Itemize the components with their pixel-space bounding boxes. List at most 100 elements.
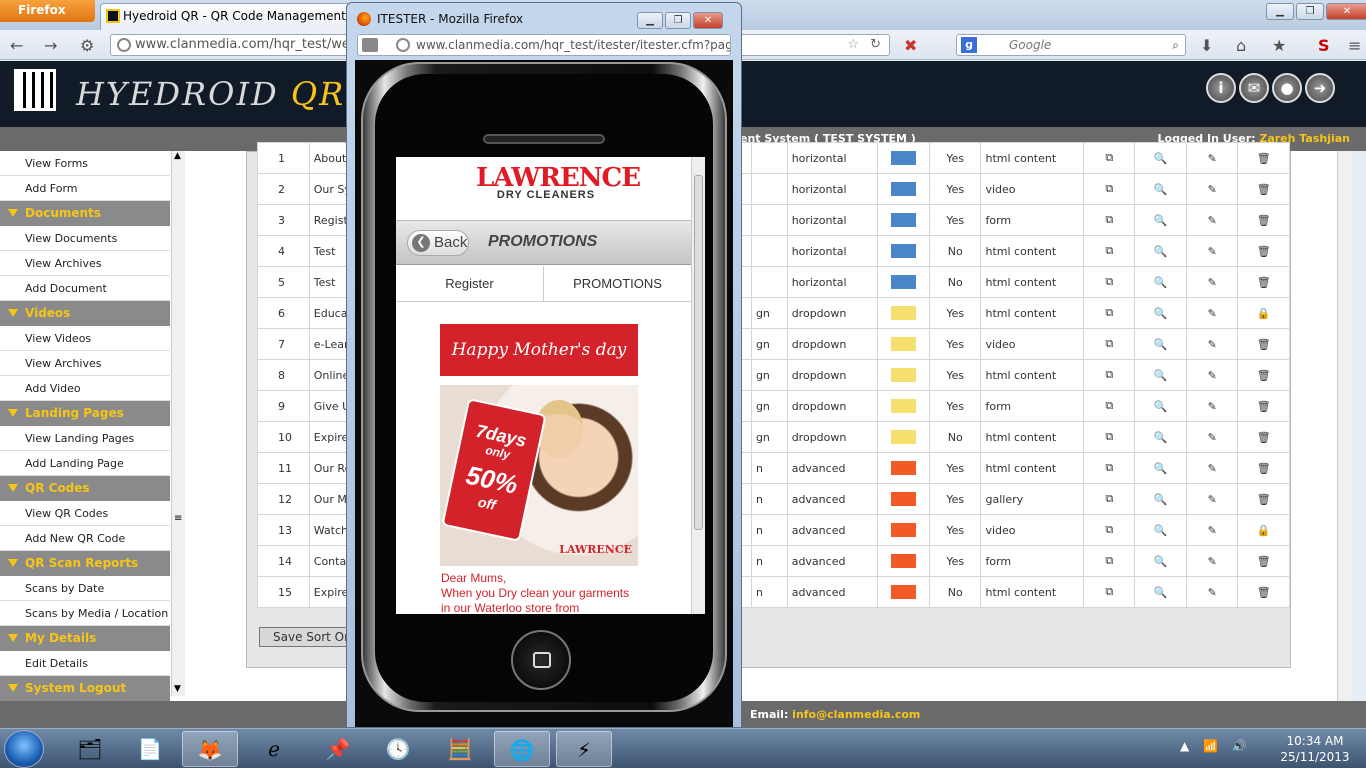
clock[interactable]: 10:34 AM 25/11/2013 — [1280, 733, 1350, 765]
preview-magnifier-icon[interactable]: 🔍 — [1134, 235, 1187, 267]
sidebar-item[interactable]: View Videos — [0, 326, 170, 351]
sidebar-item[interactable]: Edit Details — [0, 651, 170, 676]
network-icon[interactable]: 📶 — [1203, 739, 1218, 753]
screen-scroll-thumb[interactable] — [694, 175, 703, 530]
content-scrollbar[interactable] — [1337, 151, 1351, 701]
firefox-menu-button[interactable]: Firefox — [0, 0, 95, 22]
scroll-down-icon[interactable]: ▼ — [174, 684, 181, 694]
delete-trash-icon[interactable]: 🗑 — [1237, 173, 1290, 205]
open-external-icon[interactable]: ⧉ — [1083, 204, 1136, 236]
preview-magnifier-icon[interactable]: 🔍 — [1134, 421, 1187, 453]
edit-icon[interactable]: ✎ — [1185, 390, 1239, 422]
sidebar-item[interactable]: Add Form — [0, 176, 170, 201]
popup-minimize-button[interactable]: ▁ — [637, 12, 663, 29]
edit-icon[interactable]: ✎ — [1185, 266, 1239, 298]
sidebar-section[interactable]: Landing Pages — [0, 401, 170, 426]
sidebar-item[interactable]: Scans by Media / Location — [0, 601, 170, 626]
reload-icon[interactable]: ↻ — [870, 35, 881, 55]
sidebar-item[interactable]: View Forms — [0, 151, 170, 176]
delete-trash-icon[interactable]: 🗑 — [1237, 483, 1290, 515]
open-external-icon[interactable]: ⧉ — [1083, 235, 1136, 267]
tab-promotions[interactable]: PROMOTIONS — [544, 266, 691, 301]
mail-icon[interactable]: ✉ — [1239, 73, 1269, 103]
logout-arrow-icon[interactable]: ➜ — [1305, 73, 1335, 103]
preview-magnifier-icon[interactable]: 🔍 — [1134, 390, 1187, 422]
tab-hyedroid-qr[interactable]: Hyedroid QR - QR Code Management S... — [100, 3, 350, 30]
home-icon[interactable]: ⌂ — [1236, 36, 1246, 55]
internet-explorer-icon[interactable]: ℯ — [246, 731, 302, 767]
scroll-up-icon[interactable]: ▲ — [174, 151, 181, 161]
menu-icon[interactable]: ≡ — [1348, 36, 1361, 55]
calculator-icon[interactable]: 🧮 — [432, 731, 488, 767]
open-external-icon[interactable]: ⧉ — [1083, 452, 1136, 484]
lock-icon[interactable]: 🔒 — [1237, 514, 1290, 546]
maximize-button[interactable]: ❐ — [1296, 3, 1324, 20]
edit-icon[interactable]: ✎ — [1185, 142, 1239, 174]
downloads-icon[interactable]: ⬇ — [1200, 36, 1213, 55]
edit-icon[interactable]: ✎ — [1185, 328, 1239, 360]
preview-magnifier-icon[interactable]: 🔍 — [1134, 483, 1187, 515]
open-external-icon[interactable]: ⧉ — [1083, 514, 1136, 546]
forward-arrow-icon[interactable]: → — [44, 36, 57, 55]
sidebar-item[interactable]: Scans by Date — [0, 576, 170, 601]
preview-magnifier-icon[interactable]: 🔍 — [1134, 545, 1187, 577]
tab-register[interactable]: Register — [396, 266, 544, 301]
edit-icon[interactable]: ✎ — [1185, 173, 1239, 205]
preview-magnifier-icon[interactable]: 🔍 — [1134, 514, 1187, 546]
open-external-icon[interactable]: ⧉ — [1083, 297, 1136, 329]
extension-s-icon[interactable]: S — [1318, 36, 1330, 55]
edit-icon[interactable]: ✎ — [1185, 297, 1239, 329]
preview-magnifier-icon[interactable]: 🔍 — [1134, 297, 1187, 329]
delete-trash-icon[interactable]: 🗑 — [1237, 421, 1290, 453]
sidebar-scrollbar[interactable]: ▲ ≡ ▼ — [171, 151, 185, 696]
open-external-icon[interactable]: ⧉ — [1083, 576, 1136, 608]
open-external-icon[interactable]: ⧉ — [1083, 483, 1136, 515]
popup-close-button[interactable]: ✕ — [693, 12, 723, 29]
edit-icon[interactable]: ✎ — [1185, 545, 1239, 577]
preview-magnifier-icon[interactable]: 🔍 — [1134, 359, 1187, 391]
info-icon[interactable]: i — [1206, 73, 1236, 103]
edit-icon[interactable]: ✎ — [1185, 421, 1239, 453]
clock-app-icon[interactable]: 🕓 — [370, 731, 426, 767]
sidebar-section[interactable]: Documents — [0, 201, 170, 226]
open-external-icon[interactable]: ⧉ — [1083, 421, 1136, 453]
delete-trash-icon[interactable]: 🗑 — [1237, 545, 1290, 577]
edit-icon[interactable]: ✎ — [1185, 359, 1239, 391]
sidebar-item[interactable]: Add Document — [0, 276, 170, 301]
sidebar-item[interactable]: Add Landing Page — [0, 451, 170, 476]
preview-magnifier-icon[interactable]: 🔍 — [1134, 173, 1187, 205]
lock-icon[interactable]: 🔒 — [1237, 297, 1290, 329]
ftp-app-icon[interactable]: ⚡ — [556, 731, 612, 767]
sidebar-item[interactable]: View QR Codes — [0, 501, 170, 526]
delete-trash-icon[interactable]: 🗑 — [1237, 390, 1290, 422]
sidebar-section[interactable]: QR Codes — [0, 476, 170, 501]
search-magnifier-icon[interactable]: ⌕ — [1172, 35, 1179, 55]
preview-magnifier-icon[interactable]: 🔍 — [1134, 576, 1187, 608]
open-external-icon[interactable]: ⧉ — [1083, 328, 1136, 360]
delete-trash-icon[interactable]: 🗑 — [1237, 204, 1290, 236]
delete-trash-icon[interactable]: 🗑 — [1237, 359, 1290, 391]
edit-icon[interactable]: ✎ — [1185, 452, 1239, 484]
explorer-icon[interactable]: 🗂 — [62, 731, 118, 767]
edit-icon[interactable]: ✎ — [1185, 235, 1239, 267]
open-external-icon[interactable]: ⧉ — [1083, 266, 1136, 298]
home-button[interactable] — [511, 630, 571, 690]
delete-trash-icon[interactable]: 🗑 — [1237, 266, 1290, 298]
sidebar-item[interactable]: View Archives — [0, 251, 170, 276]
footer-email-link[interactable]: info@clanmedia.com — [792, 708, 920, 721]
sidebar-item[interactable]: View Documents — [0, 226, 170, 251]
sidebar-item[interactable]: View Archives — [0, 351, 170, 376]
addons-icon[interactable]: ⚙ — [80, 36, 94, 55]
bookmark-star-icon[interactable]: ☆ — [847, 35, 859, 55]
preview-magnifier-icon[interactable]: 🔍 — [1134, 204, 1187, 236]
screen-scrollbar[interactable] — [691, 157, 705, 614]
preview-magnifier-icon[interactable]: 🔍 — [1134, 452, 1187, 484]
start-button[interactable] — [4, 730, 44, 768]
open-external-icon[interactable]: ⧉ — [1083, 173, 1136, 205]
open-external-icon[interactable]: ⧉ — [1083, 142, 1136, 174]
minimize-button[interactable]: ▁ — [1266, 3, 1294, 20]
close-button[interactable]: ✕ — [1326, 3, 1366, 20]
open-external-icon[interactable]: ⧉ — [1083, 390, 1136, 422]
sidebar-section[interactable]: My Details — [0, 626, 170, 651]
firefox-taskbar-icon[interactable]: 🦊 — [182, 731, 238, 767]
